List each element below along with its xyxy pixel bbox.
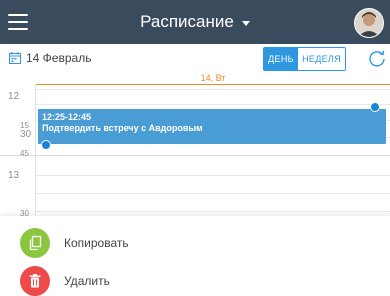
grid-line — [36, 193, 390, 194]
page-title: Расписание — [140, 12, 234, 31]
calendar-event[interactable]: 12:25-12:45 Подтвердить встречу с Авдоро… — [38, 109, 386, 144]
avatar[interactable] — [354, 8, 384, 38]
app-header: Расписание — [0, 0, 390, 44]
delete-action[interactable]: Удалить — [20, 266, 110, 296]
trash-icon — [20, 266, 50, 296]
action-sheet: Копировать Удалить — [0, 216, 390, 296]
grid-line — [36, 175, 390, 176]
time-label: 30 — [20, 129, 32, 140]
event-resize-handle-top[interactable] — [370, 102, 380, 112]
grid-line-hour — [0, 155, 390, 156]
event-resize-handle-bottom[interactable] — [41, 140, 51, 150]
view-week-button[interactable]: НЕДЕЛЯ — [298, 48, 345, 70]
refresh-icon[interactable] — [367, 48, 387, 68]
event-time: 12:25-12:45 — [42, 112, 92, 122]
grid-line — [36, 89, 390, 90]
calendar-icon — [9, 52, 21, 64]
time-label: 12 — [8, 91, 20, 102]
copy-label: Копировать — [64, 236, 129, 250]
event-subject: Подтвердить встречу с Авдоровым — [42, 123, 203, 133]
day-label: 14, Вт — [200, 73, 226, 83]
current-date: 14 Февраль — [26, 51, 92, 65]
time-grid[interactable]: 12 15 30 45 13 30 — [0, 85, 390, 218]
section-dropdown[interactable]: Расписание — [140, 12, 250, 32]
date-picker[interactable]: 14 Февраль — [9, 51, 91, 65]
time-label: 45 — [20, 149, 29, 158]
time-label: 13 — [8, 170, 20, 181]
grid-line — [36, 211, 390, 212]
copy-icon — [20, 228, 50, 258]
copy-action[interactable]: Копировать — [20, 228, 129, 258]
view-switcher: ДЕНЬ НЕДЕЛЯ — [263, 47, 346, 71]
chevron-down-icon — [241, 20, 250, 26]
grid-line — [36, 104, 390, 105]
delete-label: Удалить — [64, 274, 110, 288]
calendar-toolbar: 14 Февраль ДЕНЬ НЕДЕЛЯ — [0, 44, 390, 74]
menu-icon[interactable] — [8, 14, 28, 30]
view-day-button[interactable]: ДЕНЬ — [264, 48, 298, 70]
day-column-header: 14, Вт — [0, 73, 390, 84]
